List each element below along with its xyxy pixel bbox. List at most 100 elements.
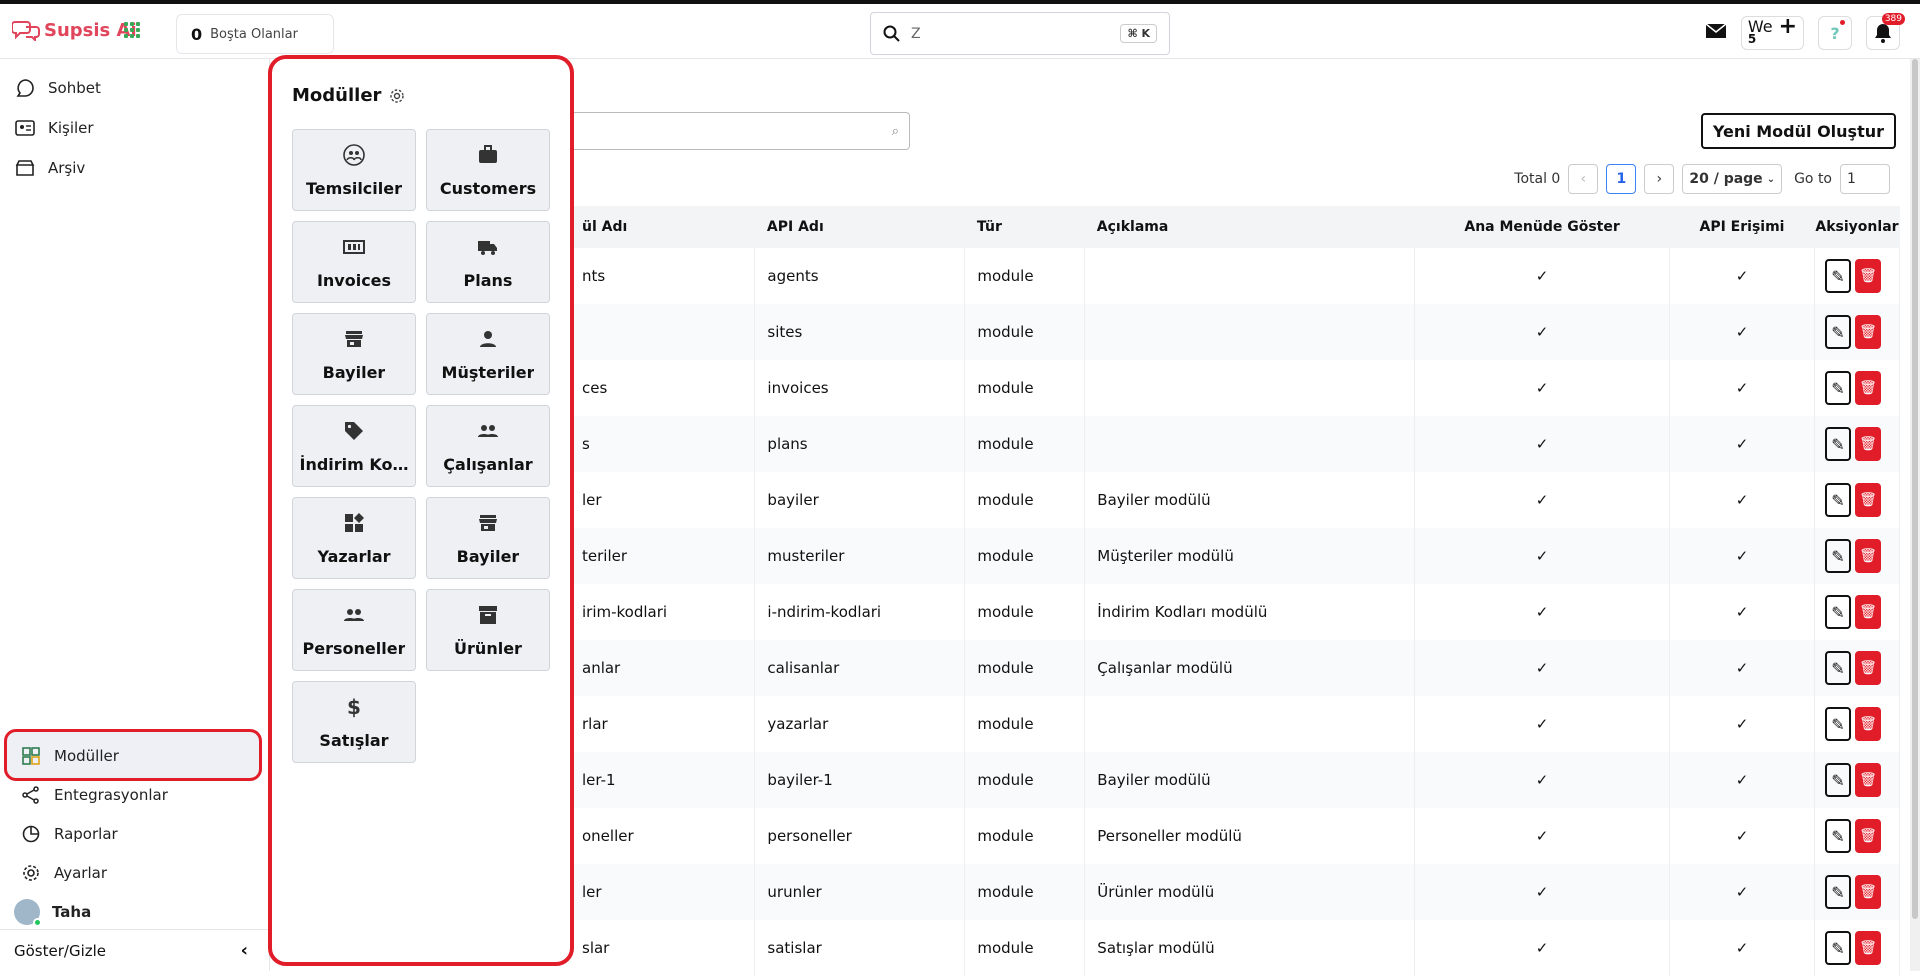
search-icon: ⌕ (891, 124, 899, 139)
sidebar-item-sohbet[interactable]: Sohbet (14, 77, 101, 99)
edit-button[interactable]: ✎ (1824, 931, 1851, 965)
page-size-select[interactable]: 20 / page ⌄ (1682, 164, 1783, 194)
api-access-cell: ✓ (1669, 920, 1815, 976)
top-bar: Supsis Ai 0 Boşta Olanlar Z ⌘ K We + 5 ? … (0, 0, 1920, 59)
prev-page-button[interactable]: ‹ (1568, 164, 1599, 194)
module-card[interactable]: Temsilciler (292, 129, 416, 211)
workspace-button[interactable]: We + 5 (1740, 16, 1804, 50)
edit-button[interactable]: ✎ (1824, 595, 1851, 629)
module-card[interactable]: Müşteriler (426, 313, 550, 395)
edit-button[interactable]: ✎ (1824, 707, 1851, 741)
module-card[interactable]: Bayiler (292, 313, 416, 395)
check-icon: ✓ (1535, 267, 1549, 285)
table-row[interactable]: ler urunler module Ürünler modülü ✓ ✓ ✎ 🗑 (570, 864, 1901, 920)
notifications-button[interactable]: 389 (1866, 13, 1905, 50)
delete-button[interactable]: 🗑 (1854, 371, 1881, 405)
table-row[interactable]: slar satislar module Satışlar modülü ✓ ✓ ✎ 🗑 (570, 920, 1901, 976)
next-page-button[interactable]: › (1644, 164, 1675, 194)
column-header: Aksiyonlar (1814, 206, 1900, 248)
edit-button[interactable]: ✎ (1824, 427, 1851, 461)
sidebar-item-entegrasyonlar[interactable]: Entegrasyonlar (20, 784, 168, 806)
module-card[interactable]: Ürünler (426, 589, 550, 671)
edit-button[interactable]: ✎ (1824, 875, 1851, 909)
scrollbar-thumb[interactable] (1912, 59, 1918, 919)
pencil-icon: ✎ (1831, 882, 1845, 902)
new-module-button[interactable]: Yeni Modül Oluştur (1700, 113, 1896, 149)
module-card[interactable]: Yazarlar (292, 497, 416, 579)
sidebar-item-raporlar[interactable]: Raporlar (20, 823, 118, 845)
table-row[interactable]: ces invoices module ✓ ✓ ✎ 🗑 (570, 360, 1901, 416)
trash-icon: 🗑 (1859, 268, 1877, 284)
mail-icon[interactable] (1705, 22, 1727, 44)
sidebar-item-ayarlar[interactable]: Ayarlar (20, 862, 107, 884)
delete-button[interactable]: 🗑 (1854, 259, 1881, 293)
delete-button[interactable]: 🗑 (1854, 651, 1881, 685)
search-input[interactable]: Z (911, 26, 921, 42)
sidebar-item-arsiv[interactable]: Arşiv (14, 157, 85, 179)
sidebar-item-moduller[interactable]: Modüller (20, 745, 119, 767)
people-circle-icon (342, 143, 366, 171)
actions-cell: ✎ 🗑 (1814, 528, 1901, 584)
edit-button[interactable]: ✎ (1824, 315, 1851, 349)
sidebar-item-kisiler[interactable]: Kişiler (14, 117, 94, 139)
gear-icon[interactable] (389, 88, 405, 104)
delete-button[interactable]: 🗑 (1854, 875, 1881, 909)
archive-tray-icon (14, 157, 36, 179)
sidebar-item-label: Modüller (54, 747, 119, 765)
delete-button[interactable]: 🗑 (1854, 539, 1881, 573)
table-row[interactable]: ler-1 bayiler-1 module Bayiler modülü ✓ ✓ ✎ 🗑 (570, 752, 1901, 808)
sidebar-user[interactable]: Taha (14, 899, 92, 927)
module-card[interactable]: $ Satışlar (292, 681, 416, 763)
workspace-count: 5 (1747, 32, 1757, 46)
module-card[interactable]: Çalışanlar (426, 405, 550, 487)
module-search-input[interactable]: ⌕ (570, 112, 910, 150)
edit-button[interactable]: ✎ (1824, 651, 1851, 685)
edit-button[interactable]: ✎ (1824, 259, 1851, 293)
delete-button[interactable]: 🗑 (1854, 315, 1881, 349)
page-number[interactable]: 1 (1606, 164, 1637, 194)
apps-grid-icon[interactable] (124, 22, 140, 38)
edit-button[interactable]: ✎ (1824, 819, 1851, 853)
module-card[interactable]: İndirim Ko… (292, 405, 416, 487)
table-row[interactable]: irim-kodlari i-ndirim-kodlari module İndiri… (570, 584, 1901, 640)
table-row[interactable]: rlar yazarlar module ✓ ✓ ✎ 🗑 (570, 696, 1901, 752)
contact-card-icon (14, 117, 36, 139)
scrollbar[interactable] (1910, 59, 1920, 971)
module-card[interactable]: Plans (426, 221, 550, 303)
global-search[interactable]: Z ⌘ K (870, 12, 1170, 55)
module-card[interactable]: Invoices (292, 221, 416, 303)
edit-button[interactable]: ✎ (1824, 763, 1851, 797)
edit-button[interactable]: ✎ (1824, 539, 1851, 573)
module-card[interactable]: Bayiler (426, 497, 550, 579)
table-cell: module (964, 472, 1086, 528)
user-name: Taha (52, 903, 92, 921)
table-row[interactable]: oneller personeller module Personeller modü… (570, 808, 1901, 864)
table-row[interactable]: s plans module ✓ ✓ ✎ 🗑 (570, 416, 1901, 472)
delete-button[interactable]: 🗑 (1854, 483, 1881, 517)
table-row[interactable]: sites module ✓ ✓ ✎ 🗑 (570, 304, 1901, 360)
goto-input[interactable]: 1 (1840, 164, 1890, 194)
delete-button[interactable]: 🗑 (1854, 763, 1881, 797)
delete-button[interactable]: 🗑 (1854, 931, 1881, 965)
actions-cell: ✎ 🗑 (1814, 696, 1901, 752)
show-in-menu-cell: ✓ (1414, 472, 1671, 528)
delete-button[interactable]: 🗑 (1854, 595, 1881, 629)
table-row[interactable]: ler bayiler module Bayiler modülü ✓ ✓ ✎ 🗑 (570, 472, 1901, 528)
delete-button[interactable]: 🗑 (1854, 427, 1881, 461)
help-button[interactable]: ? (1818, 16, 1852, 50)
table-row[interactable]: teriler musteriler module Müşteriler modülü… (570, 528, 1901, 584)
group-icon (342, 603, 366, 631)
delete-button[interactable]: 🗑 (1854, 707, 1881, 741)
idle-agents-indicator[interactable]: 0 Boşta Olanlar (176, 14, 334, 54)
edit-button[interactable]: ✎ (1824, 483, 1851, 517)
table-row[interactable]: nts agents module ✓ ✓ ✎ 🗑 (570, 248, 1901, 304)
sidebar-toggle[interactable]: Göster/Gizle ‹ (0, 929, 270, 971)
module-card[interactable]: Personeller (292, 589, 416, 671)
brand-logo[interactable]: Supsis Ai (12, 19, 137, 41)
pencil-icon: ✎ (1831, 546, 1845, 566)
table-cell: Müşteriler modülü (1084, 528, 1416, 584)
delete-button[interactable]: 🗑 (1854, 819, 1881, 853)
table-row[interactable]: anlar calisanlar module Çalışanlar modülü ✓ ✓… (570, 640, 1901, 696)
module-card[interactable]: Customers (426, 129, 550, 211)
edit-button[interactable]: ✎ (1824, 371, 1851, 405)
